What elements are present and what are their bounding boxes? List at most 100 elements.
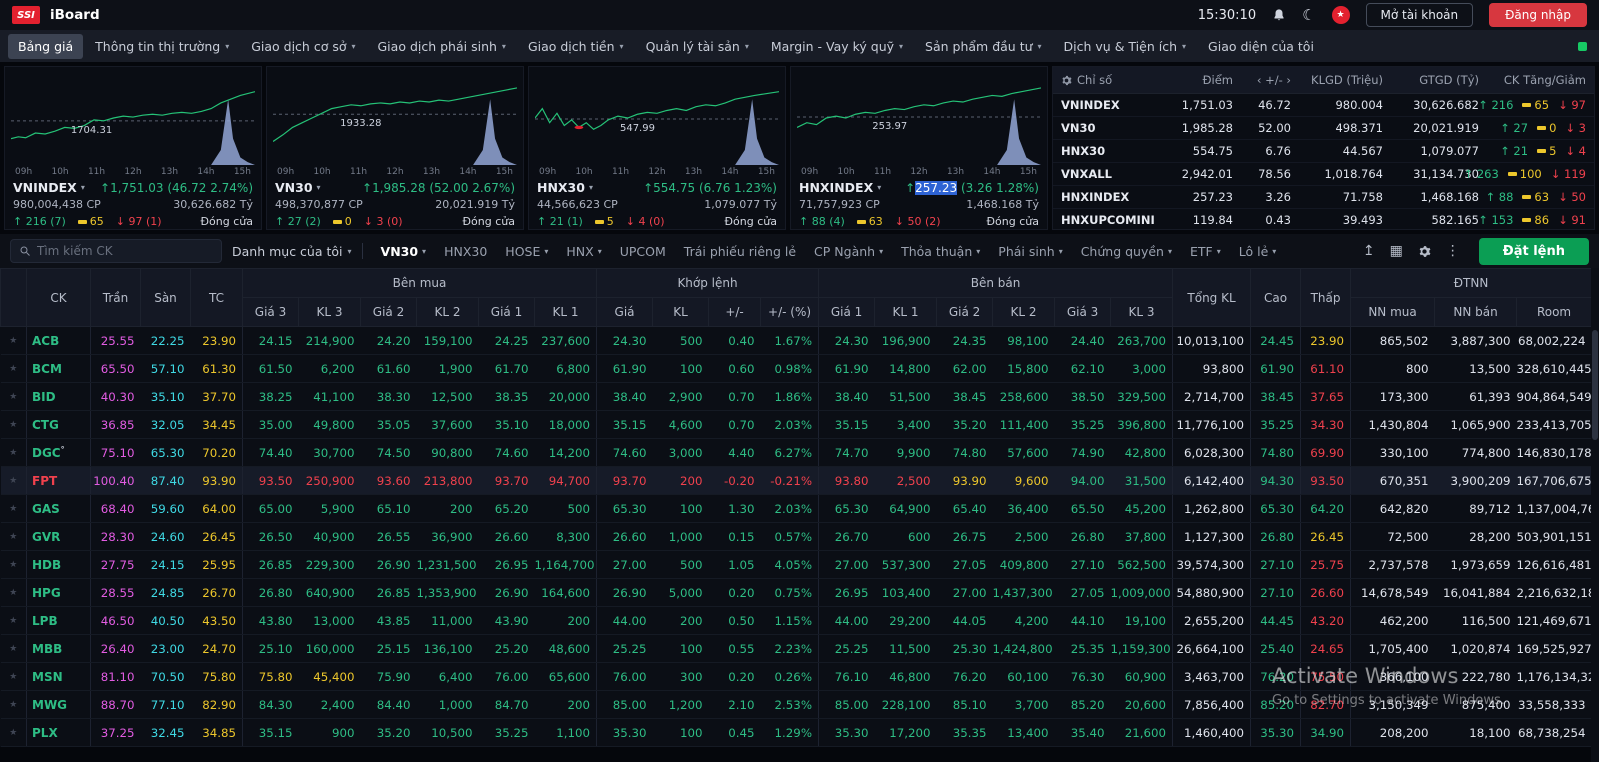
- tab-th-a-thu-n[interactable]: Thỏa thuận▾: [893, 239, 988, 264]
- dark-mode-moon-icon[interactable]: ☾: [1302, 6, 1315, 24]
- table-row[interactable]: ★MSN81.1070.5075.8075.8045,40075.906,400…: [1, 663, 1592, 691]
- column-header[interactable]: NN mua: [1351, 298, 1435, 327]
- index-column-header[interactable]: Điểm: [1171, 67, 1241, 93]
- settings-gear-icon[interactable]: [1418, 245, 1431, 258]
- column-header[interactable]: Giá 2: [361, 298, 417, 327]
- column-header[interactable]: Giá 1: [479, 298, 535, 327]
- pin-icon[interactable]: ★: [1, 635, 27, 663]
- pin-icon[interactable]: ★: [1, 607, 27, 635]
- column-header[interactable]: +/-: [709, 298, 761, 327]
- column-header[interactable]: KL 3: [299, 298, 361, 327]
- column-header[interactable]: Giá 1: [819, 298, 875, 327]
- column-header[interactable]: KL 1: [535, 298, 597, 327]
- index-row[interactable]: VNXALL2,942.0178.561,018.76431,134.730↑ …: [1053, 162, 1594, 185]
- column-header[interactable]: Giá 3: [1055, 298, 1111, 327]
- nav-item-margin-vay-k-qu-[interactable]: Margin - Vay ký quỹ▾: [761, 34, 913, 59]
- column-header[interactable]: Tổng KL: [1173, 269, 1251, 327]
- nav-item-qu-n-l-t-i-s-n[interactable]: Quản lý tài sản▾: [636, 34, 759, 59]
- tab-hnx[interactable]: HNX▾: [558, 239, 609, 264]
- tab-tr-i-phi-u-ri-ng-l-[interactable]: Trái phiếu riêng lẻ: [676, 239, 804, 264]
- table-row[interactable]: ★GAS68.4059.6064.0065.005,90065.1020065.…: [1, 495, 1592, 523]
- column-header[interactable]: KL 1: [875, 298, 937, 327]
- table-row[interactable]: ★DGC°75.1065.3070.2074.4030,70074.5090,8…: [1, 439, 1592, 467]
- column-header[interactable]: Bên bán: [819, 269, 1173, 298]
- pin-icon[interactable]: ★: [1, 411, 27, 439]
- excel-grid-icon[interactable]: ▦: [1390, 243, 1403, 259]
- table-row[interactable]: ★HDB27.7524.1525.9526.85229,30026.901,23…: [1, 551, 1592, 579]
- index-column-header[interactable]: ‹ +/- ›: [1241, 67, 1299, 93]
- table-row[interactable]: ★BID40.3035.1037.7038.2541,10038.3012,50…: [1, 383, 1592, 411]
- column-header[interactable]: ĐTNN: [1351, 269, 1592, 298]
- nav-item-th-ng-tin-th-tr-ng[interactable]: Thông tin thị trường▾: [85, 34, 239, 59]
- nav-item-s-n-ph-m-u-t-[interactable]: Sản phẩm đầu tư▾: [915, 34, 1052, 59]
- scrollbar-thumb[interactable]: [1592, 330, 1598, 440]
- column-header[interactable]: Trần: [91, 269, 141, 327]
- column-header[interactable]: [1, 269, 27, 327]
- index-row[interactable]: HNX30554.756.7644.5671,079.077↑ 215↓ 4: [1053, 139, 1594, 162]
- nav-item-giao-d-ch-ti-n[interactable]: Giao dịch tiền▾: [518, 34, 634, 59]
- pin-icon[interactable]: ★: [1, 551, 27, 579]
- tab-l-l-[interactable]: Lô lẻ▾: [1231, 239, 1285, 264]
- more-options-kebab-icon[interactable]: ⋮: [1446, 243, 1460, 259]
- column-header[interactable]: KL 3: [1111, 298, 1173, 327]
- tab-ph-i-sinh[interactable]: Phái sinh▾: [990, 239, 1070, 264]
- search-box[interactable]: [10, 239, 222, 263]
- column-header[interactable]: TC: [191, 269, 243, 327]
- column-header[interactable]: Khớp lệnh: [597, 269, 819, 298]
- mini-chart[interactable]: 1933.28: [273, 71, 517, 165]
- index-name-dropdown[interactable]: HNXINDEX ▾: [799, 180, 881, 195]
- pin-icon[interactable]: ★: [1, 691, 27, 719]
- column-header[interactable]: KL 2: [417, 298, 479, 327]
- mini-chart[interactable]: 547.99: [535, 71, 779, 165]
- column-header[interactable]: KL 2: [993, 298, 1055, 327]
- table-row[interactable]: ★LPB46.5040.5043.5043.8013,00043.8511,00…: [1, 607, 1592, 635]
- column-header[interactable]: Room: [1517, 298, 1592, 327]
- search-input[interactable]: [37, 244, 213, 258]
- index-column-header[interactable]: CK Tăng/Giảm: [1487, 67, 1594, 93]
- index-column-header[interactable]: KLGD (Triệu): [1299, 67, 1391, 93]
- pin-icon[interactable]: ★: [1, 355, 27, 383]
- column-header[interactable]: Giá: [597, 298, 653, 327]
- tab-etf[interactable]: ETF▾: [1182, 239, 1229, 264]
- table-row[interactable]: ★MBB26.4023.0024.7025.10160,00025.15136,…: [1, 635, 1592, 663]
- column-header[interactable]: CK: [27, 269, 91, 327]
- table-row[interactable]: ★CTG36.8532.0534.4535.0049,80035.0537,60…: [1, 411, 1592, 439]
- tab-cp-ng-nh[interactable]: CP Ngành▾: [806, 239, 891, 264]
- pin-icon[interactable]: ★: [1, 719, 27, 747]
- tab-vn30[interactable]: VN30▾: [373, 239, 435, 264]
- column-header[interactable]: Bên mua: [243, 269, 597, 298]
- index-row[interactable]: HNXINDEX257.233.2671.7581,468.168↑ 8863↓…: [1053, 185, 1594, 208]
- index-row[interactable]: HNXUPCOMINI119.840.4339.493582.165↑ 1538…: [1053, 208, 1594, 230]
- pin-icon[interactable]: ★: [1, 467, 27, 495]
- column-header[interactable]: +/- (%): [761, 298, 819, 327]
- pin-icon[interactable]: ★: [1, 495, 27, 523]
- column-header[interactable]: Giá 2: [937, 298, 993, 327]
- pin-icon[interactable]: ★: [1, 383, 27, 411]
- mini-chart[interactable]: 1704.31: [11, 71, 255, 165]
- index-name-dropdown[interactable]: VNINDEX ▾: [13, 180, 85, 195]
- index-column-header[interactable]: Chỉ số: [1053, 67, 1171, 93]
- vertical-scrollbar[interactable]: [1591, 268, 1599, 762]
- tab-ch-ng-quy-n[interactable]: Chứng quyền▾: [1073, 239, 1180, 264]
- table-row[interactable]: ★FPT100.4087.4093.9093.50250,90093.60213…: [1, 467, 1592, 495]
- nav-item-giao-d-ch-ph-i-sinh[interactable]: Giao dịch phái sinh▾: [368, 34, 516, 59]
- nav-item-giao-d-ch-c-s-[interactable]: Giao dịch cơ sở▾: [241, 34, 365, 59]
- pin-icon[interactable]: ★: [1, 579, 27, 607]
- column-header[interactable]: Cao: [1251, 269, 1301, 327]
- index-column-header[interactable]: GTGD (Tỷ): [1391, 67, 1487, 93]
- pin-icon[interactable]: ★: [1, 663, 27, 691]
- table-row[interactable]: ★GVR28.3024.6026.4526.5040,90026.5536,90…: [1, 523, 1592, 551]
- tab-hose[interactable]: HOSE▾: [497, 239, 556, 264]
- open-account-button[interactable]: Mở tài khoản: [1366, 3, 1474, 27]
- index-row[interactable]: VN301,985.2852.00498.37120,021.919↑ 270↓…: [1053, 116, 1594, 139]
- nav-item-b-ng-gi-[interactable]: Bảng giá: [8, 34, 83, 59]
- login-button[interactable]: Đăng nhập: [1489, 3, 1587, 27]
- my-watchlist-dropdown[interactable]: Danh mục của tôi ▾: [232, 244, 352, 259]
- notification-bell-icon[interactable]: [1272, 8, 1286, 22]
- index-name-dropdown[interactable]: HNX30 ▾: [537, 180, 593, 195]
- index-name-dropdown[interactable]: VN30 ▾: [275, 180, 321, 195]
- table-row[interactable]: ★MWG88.7077.1082.9084.302,40084.401,0008…: [1, 691, 1592, 719]
- column-header[interactable]: NN bán: [1435, 298, 1517, 327]
- mini-chart[interactable]: 253.97: [797, 71, 1041, 165]
- index-row[interactable]: VNINDEX1,751.0346.72980.00430,626.682↑ 2…: [1053, 93, 1594, 116]
